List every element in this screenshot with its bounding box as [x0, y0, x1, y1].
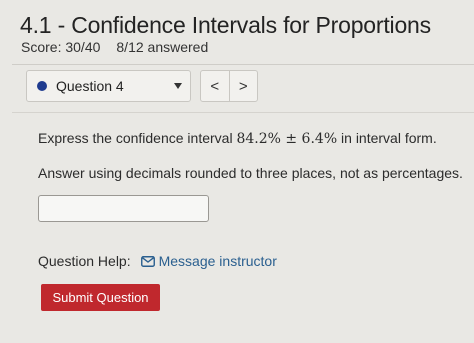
status-dot-icon: [37, 81, 47, 91]
previous-question-button[interactable]: <: [201, 71, 229, 101]
prompt-suffix: in interval form.: [337, 130, 437, 146]
next-question-button[interactable]: >: [228, 71, 258, 101]
answered-count: 8/12 answered: [116, 39, 209, 55]
message-instructor-link[interactable]: Message instructor: [159, 253, 277, 269]
page-title: 4.1 - Confidence Intervals for Proportio…: [20, 12, 431, 38]
question-instruction: Answer using decimals rounded to three p…: [38, 165, 463, 181]
question-prompt: Express the confidence interval 84.2% ± …: [38, 130, 437, 147]
score-line: Score: 30/40 8/12 answered: [21, 39, 208, 55]
prompt-math: 84.2% ± 6.4%: [236, 131, 338, 147]
header-divider: [12, 64, 474, 65]
question-select[interactable]: Question 4: [26, 70, 191, 102]
prompt-prefix: Express the confidence interval: [38, 130, 237, 146]
question-nav-group: < >: [200, 70, 258, 102]
caret-down-icon: [174, 83, 182, 89]
question-select-label: Question 4: [56, 78, 124, 94]
question-help-row: Question Help: Message instructor: [38, 253, 277, 269]
answer-input[interactable]: [38, 195, 209, 222]
submit-question-button[interactable]: Submit Question: [41, 284, 160, 311]
envelope-icon: [140, 255, 155, 267]
question-help-label: Question Help:: [38, 253, 131, 269]
score-text: Score: 30/40: [21, 39, 101, 55]
